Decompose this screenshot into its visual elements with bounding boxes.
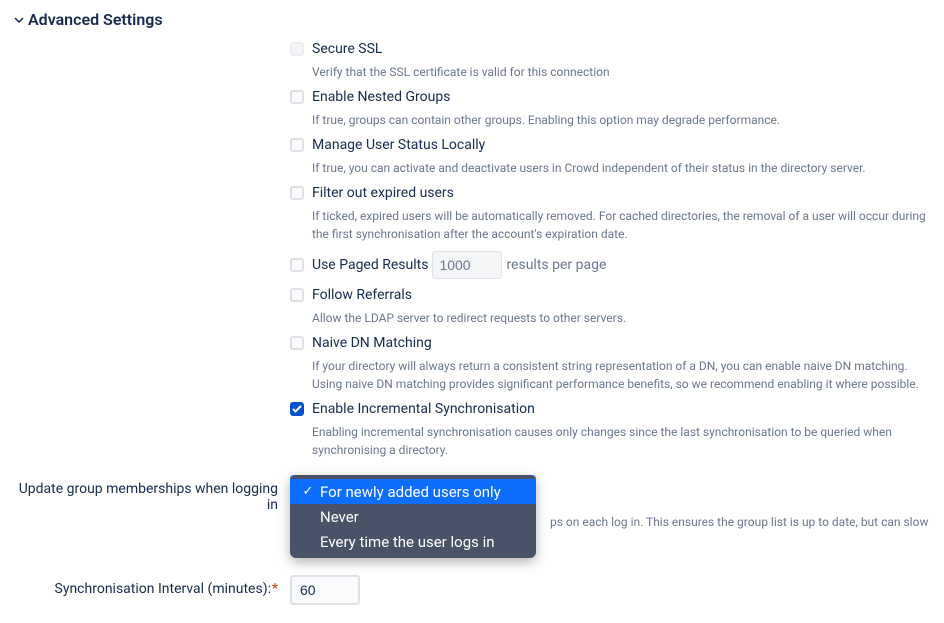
paged-results-checkbox[interactable] [290, 258, 304, 272]
nested-groups-checkbox[interactable] [290, 90, 304, 104]
manage-status-label: Manage User Status Locally [312, 137, 485, 153]
follow-referrals-desc: Allow the LDAP server to redirect reques… [312, 309, 930, 327]
dropdown-option-never[interactable]: Never [290, 504, 536, 529]
secure-ssl-checkbox [290, 42, 304, 56]
chevron-down-icon [14, 15, 24, 25]
section-header[interactable]: Advanced Settings [14, 10, 930, 29]
filter-expired-checkbox[interactable] [290, 186, 304, 200]
paged-results-suffix: results per page [506, 257, 606, 273]
naive-dn-checkbox[interactable] [290, 336, 304, 350]
naive-dn-label: Naive DN Matching [312, 335, 432, 351]
follow-referrals-checkbox[interactable] [290, 288, 304, 302]
manage-status-desc: If true, you can activate and deactivate… [312, 159, 930, 177]
paged-results-label: Use Paged Results [312, 257, 428, 273]
update-memberships-dropdown: ✓ For newly added users only Never Every… [290, 475, 536, 558]
sync-interval-input[interactable] [290, 575, 360, 605]
section-title: Advanced Settings [28, 10, 163, 29]
nested-groups-desc: If true, groups can contain other groups… [312, 111, 930, 129]
naive-dn-desc: If your directory will always return a c… [312, 357, 930, 393]
follow-referrals-label: Follow Referrals [312, 287, 412, 303]
dropdown-option-every-time[interactable]: Every time the user logs in [290, 529, 536, 554]
incremental-sync-checkbox[interactable] [290, 402, 304, 416]
secure-ssl-label: Secure SSL [312, 41, 382, 57]
paged-results-input[interactable] [432, 251, 502, 279]
filter-expired-label: Filter out expired users [312, 185, 454, 201]
filter-expired-desc: If ticked, expired users will be automat… [312, 207, 930, 243]
secure-ssl-desc: Verify that the SSL certificate is valid… [312, 63, 930, 81]
check-icon: ✓ [300, 484, 316, 499]
nested-groups-label: Enable Nested Groups [312, 89, 450, 105]
incremental-sync-label: Enable Incremental Synchronisation [312, 401, 535, 417]
manage-status-checkbox[interactable] [290, 138, 304, 152]
dropdown-option-newly-added[interactable]: ✓ For newly added users only [290, 479, 536, 504]
incremental-sync-desc: Enabling incremental synchronisation cau… [312, 423, 930, 459]
update-memberships-label: Update group memberships when logging in [19, 481, 278, 513]
